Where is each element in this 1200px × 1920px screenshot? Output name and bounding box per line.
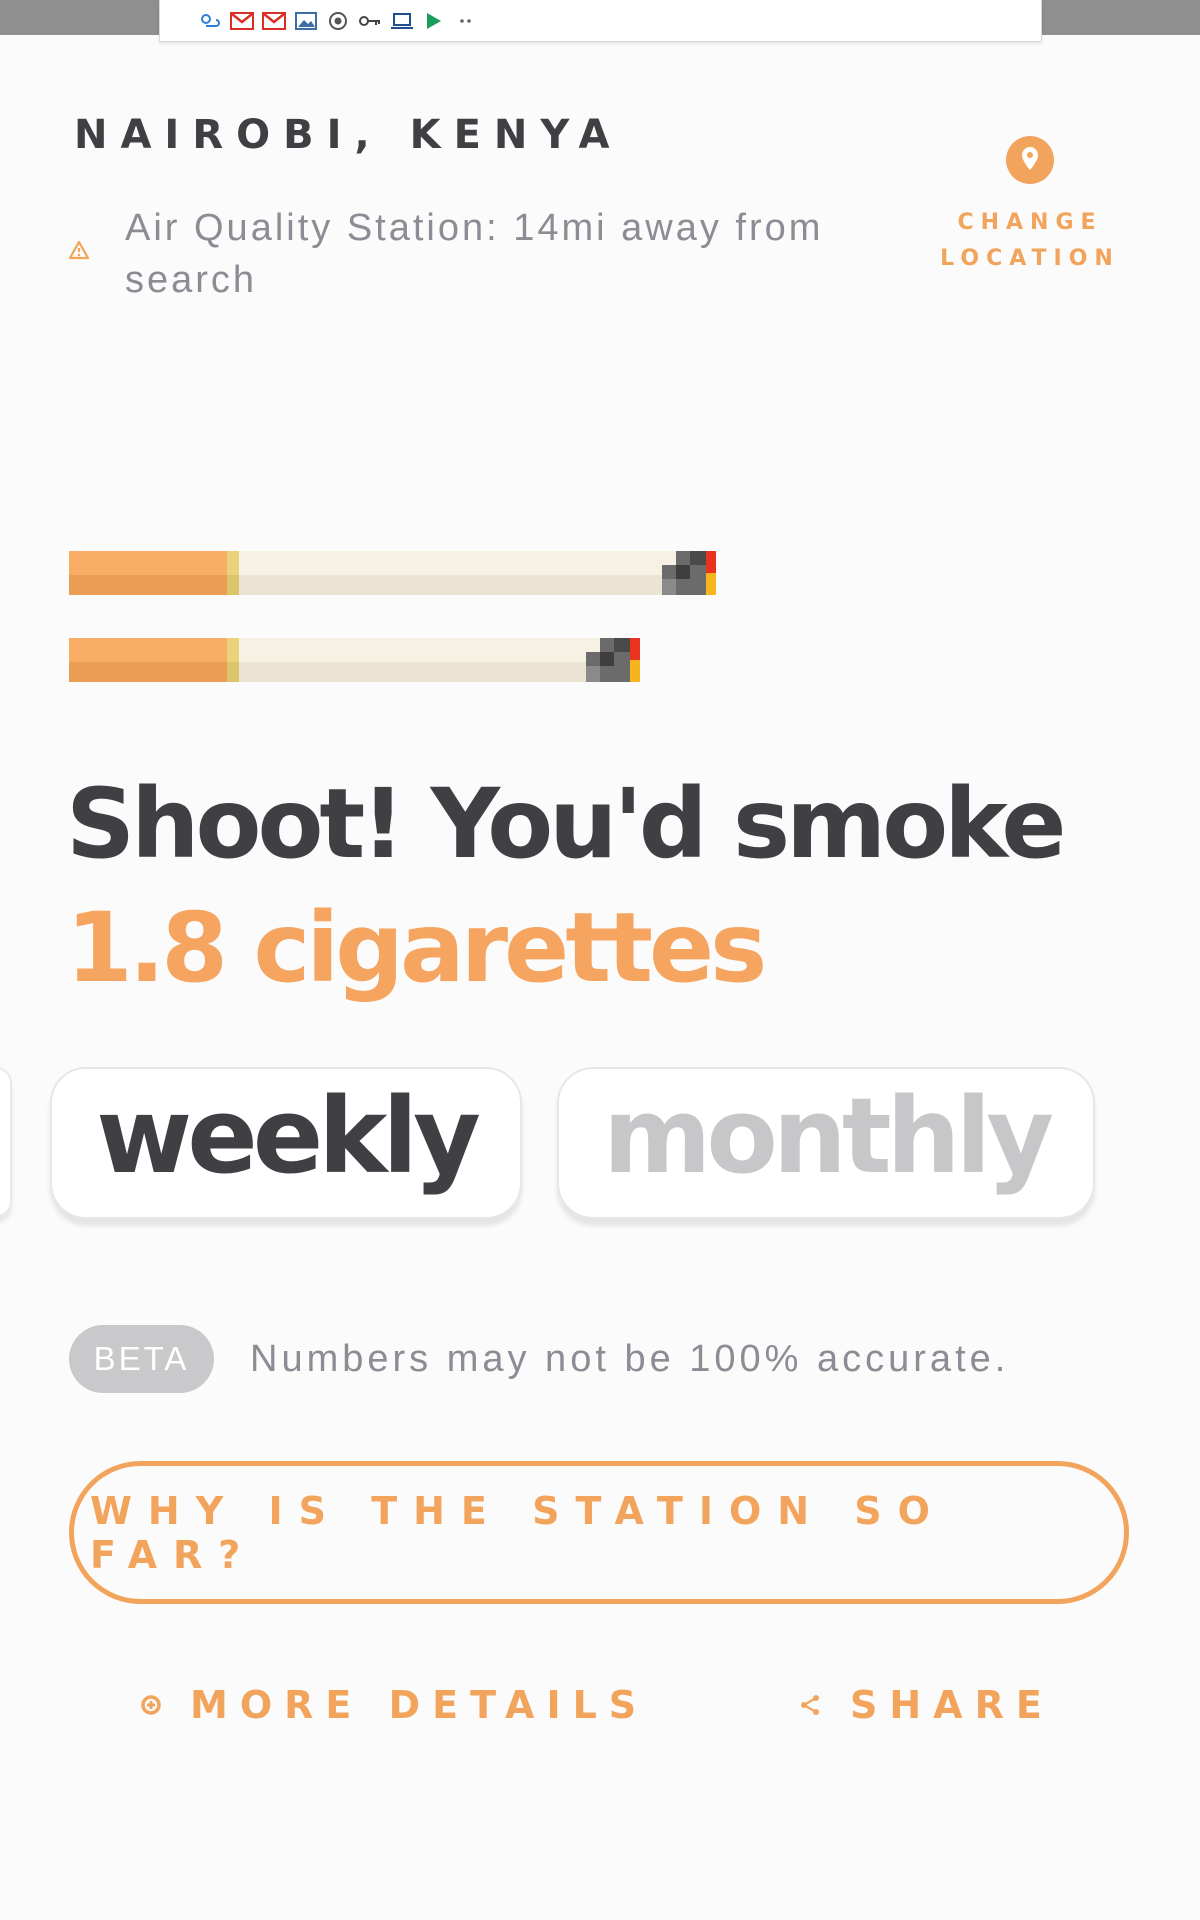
share-label: SHARE	[850, 1683, 1054, 1727]
more-details-label: MORE DETAILS	[190, 1683, 649, 1727]
change-location-label: CHANGE LOCATION	[940, 210, 1120, 271]
gmail-icon	[230, 11, 254, 31]
cigarette-headline: Shoot! You'd smoke 1.8 cigarettes	[66, 762, 1067, 1010]
cigarette-band	[227, 638, 239, 682]
cigarette-filter	[69, 638, 227, 682]
weather-icon	[198, 11, 222, 31]
share-icon	[801, 1695, 819, 1715]
more-details-button[interactable]: MORE DETAILS	[140, 1680, 648, 1730]
chrome-icon	[326, 11, 350, 31]
tab-daily-partial[interactable]	[0, 1067, 12, 1217]
cigarette-paper	[239, 638, 586, 682]
headline-prefix: Shoot! You'd smoke	[66, 768, 1067, 880]
cigarette-ember	[706, 551, 716, 595]
notification-bar	[159, 0, 1042, 42]
cigarette-ash	[586, 638, 630, 682]
cigarette-filter	[69, 551, 227, 595]
cigarette-ember	[630, 638, 640, 682]
beta-badge: BETA	[69, 1325, 214, 1393]
cigarette-ash	[662, 551, 706, 595]
cigarette-band	[227, 551, 239, 595]
beta-disclaimer: Numbers may not be 100% accurate.	[250, 1338, 1010, 1380]
gmail-icon	[262, 11, 286, 31]
warning-icon	[68, 240, 90, 260]
cigarette-full	[69, 551, 716, 595]
station-distance-note: Air Quality Station: 14mi away from sear…	[125, 207, 824, 301]
gallery-icon	[294, 11, 318, 31]
tab-weekly[interactable]: weekly	[50, 1067, 522, 1219]
share-button[interactable]: SHARE	[798, 1680, 1054, 1730]
cigarette-partial	[69, 638, 640, 682]
period-tabs: weekly monthly	[0, 1067, 1200, 1222]
cigarette-count: 1.8 cigarettes	[66, 892, 767, 1004]
more-dots-icon	[454, 11, 478, 31]
plus-circle-icon	[141, 1695, 161, 1715]
play-store-icon	[422, 11, 446, 31]
laptop-icon	[390, 11, 414, 31]
why-station-far-button[interactable]: WHY IS THE STATION SO FAR?	[69, 1461, 1129, 1604]
cigarette-paper	[239, 551, 662, 595]
change-location-button[interactable]: CHANGE LOCATION	[920, 135, 1140, 277]
tab-monthly[interactable]: monthly	[557, 1067, 1095, 1219]
city-title: NAIROBI, KENYA	[74, 112, 623, 158]
location-pin-icon	[1005, 135, 1055, 185]
vpn-key-icon	[358, 11, 382, 31]
